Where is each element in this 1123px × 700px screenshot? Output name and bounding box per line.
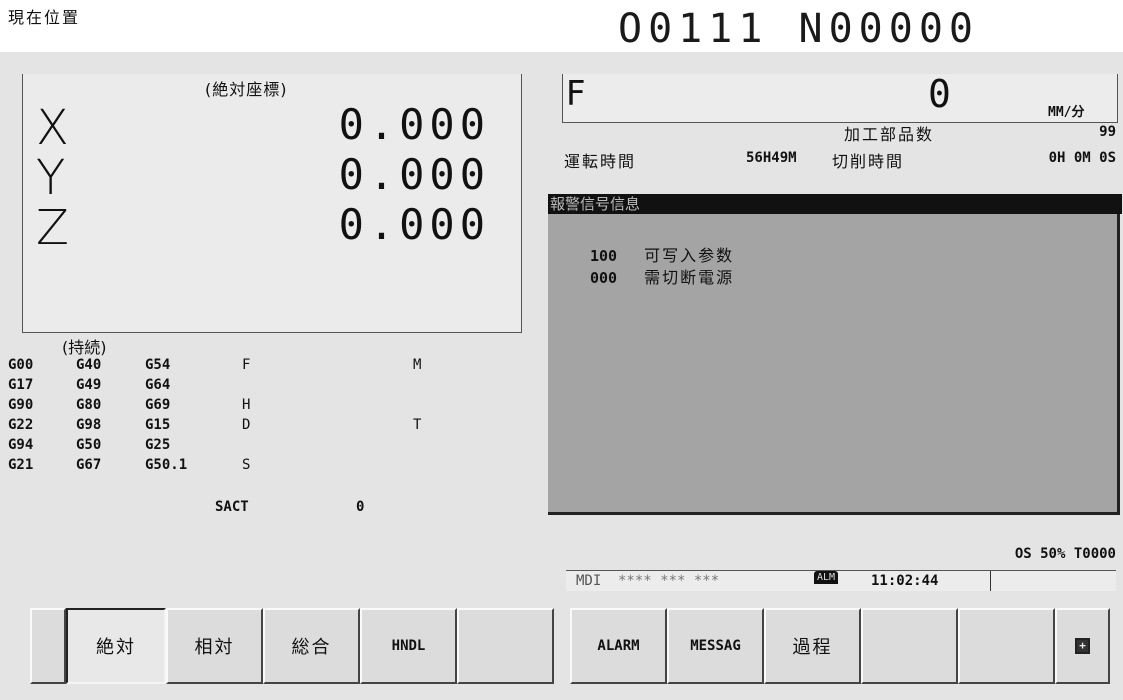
mode-indicator: MDI: [576, 573, 602, 589]
override-status: OS 50% T0000: [1014, 546, 1116, 562]
axis-y-label: Y: [36, 150, 66, 206]
screen-title: 現在位置: [8, 8, 81, 27]
alarm-text: 可写入参数: [644, 246, 735, 265]
feed-value: 0: [928, 72, 951, 116]
modal-code: G50.1: [145, 457, 188, 473]
parts-count-label: 加工部品数: [844, 125, 935, 144]
modal-code: G21: [8, 457, 34, 473]
modal-code: G17: [8, 377, 34, 393]
axis-x-label: X: [36, 100, 69, 156]
softkey-message[interactable]: MESSAG: [667, 608, 764, 684]
alarm-row: 000 需切断電源: [590, 264, 734, 288]
modal-code: G22: [8, 417, 34, 433]
alarm-code: 000: [590, 269, 618, 287]
position-header: (絶対座標): [205, 80, 288, 99]
softkey-blank[interactable]: [457, 608, 554, 684]
run-time-label: 運転時間: [564, 152, 637, 171]
modal-code: G50: [76, 437, 102, 453]
sact-value: 0: [356, 499, 365, 515]
softkey-hndl[interactable]: HNDL: [360, 608, 457, 684]
modal-header: (持続): [62, 338, 107, 357]
modal-code: G54: [145, 357, 171, 373]
alarm-code: 100: [590, 247, 618, 265]
modal-code: G25: [145, 437, 171, 453]
alarm-row: 100 可写入参数: [590, 242, 734, 266]
axis-z-label: Z: [36, 200, 69, 256]
softkey-history[interactable]: 過程: [764, 608, 861, 684]
modal-code: G69: [145, 397, 171, 413]
modal-code: G64: [145, 377, 171, 393]
softkey-bar-left: 絶対 相対 総合 HNDL: [30, 608, 554, 684]
status-stars: **** *** ***: [618, 573, 720, 589]
axis-z-value: 0.000: [338, 200, 490, 249]
alarm-title-bar: 報警信号信息: [548, 194, 1122, 214]
modal-code: H: [242, 397, 251, 413]
feed-unit: MM/分: [1048, 105, 1085, 120]
modal-code-row: G00 G40 G54 F M: [8, 356, 528, 374]
feed-label: F: [566, 74, 586, 114]
alarm-indicator: ALM: [814, 571, 839, 584]
sact-label: SACT: [215, 499, 249, 515]
modal-code: T: [413, 417, 422, 433]
status-divider: [990, 571, 991, 591]
softkey-absolute[interactable]: 絶対: [66, 608, 166, 684]
axis-x-value: 0.000: [338, 100, 490, 149]
modal-code-row: G22 G98 G15 D T: [8, 416, 528, 434]
modal-code: F: [242, 357, 251, 373]
softkey-blank[interactable]: [958, 608, 1055, 684]
modal-code-row: G90 G80 G69 H: [8, 396, 528, 414]
modal-code: G94: [8, 437, 34, 453]
softkey-bar-right: ALARM MESSAG 過程 +: [570, 608, 1110, 684]
modal-code: D: [242, 417, 251, 433]
modal-code: S: [242, 457, 251, 473]
status-bar: MDI **** *** *** ALM 11:02:44: [566, 570, 1116, 591]
alarm-text: 需切断電源: [644, 268, 735, 287]
modal-code: G98: [76, 417, 102, 433]
run-time-value: 56H49M: [746, 150, 797, 166]
parts-count-value: 99: [1099, 124, 1116, 140]
cut-time-label: 切削時間: [832, 152, 905, 171]
axis-y-value: 0.000: [338, 150, 490, 199]
cut-time-value: 0H 0M 0S: [1048, 150, 1116, 166]
softkey-relative[interactable]: 相対: [166, 608, 263, 684]
modal-code: G00: [8, 357, 34, 373]
softkey-next-icon[interactable]: +: [1055, 608, 1110, 684]
modal-code-row: G94 G50 G25: [8, 436, 528, 454]
modal-code: G90: [8, 397, 34, 413]
next-page-icon: +: [1075, 638, 1090, 654]
softkey-alarm[interactable]: ALARM: [570, 608, 667, 684]
softkey-blank[interactable]: [30, 608, 66, 684]
modal-code: G15: [145, 417, 171, 433]
modal-code: G40: [76, 357, 102, 373]
modal-code: G80: [76, 397, 102, 413]
modal-code: M: [413, 357, 422, 373]
modal-code: G67: [76, 457, 102, 473]
softkey-blank[interactable]: [861, 608, 958, 684]
program-number: O0111 N00000: [618, 6, 979, 52]
modal-code: G49: [76, 377, 102, 393]
feed-panel: [562, 74, 1118, 123]
modal-code-row: G17 G49 G64: [8, 376, 528, 394]
modal-code-row: G21 G67 G50.1 S: [8, 456, 528, 474]
softkey-all[interactable]: 総合: [263, 608, 360, 684]
clock: 11:02:44: [871, 573, 939, 589]
